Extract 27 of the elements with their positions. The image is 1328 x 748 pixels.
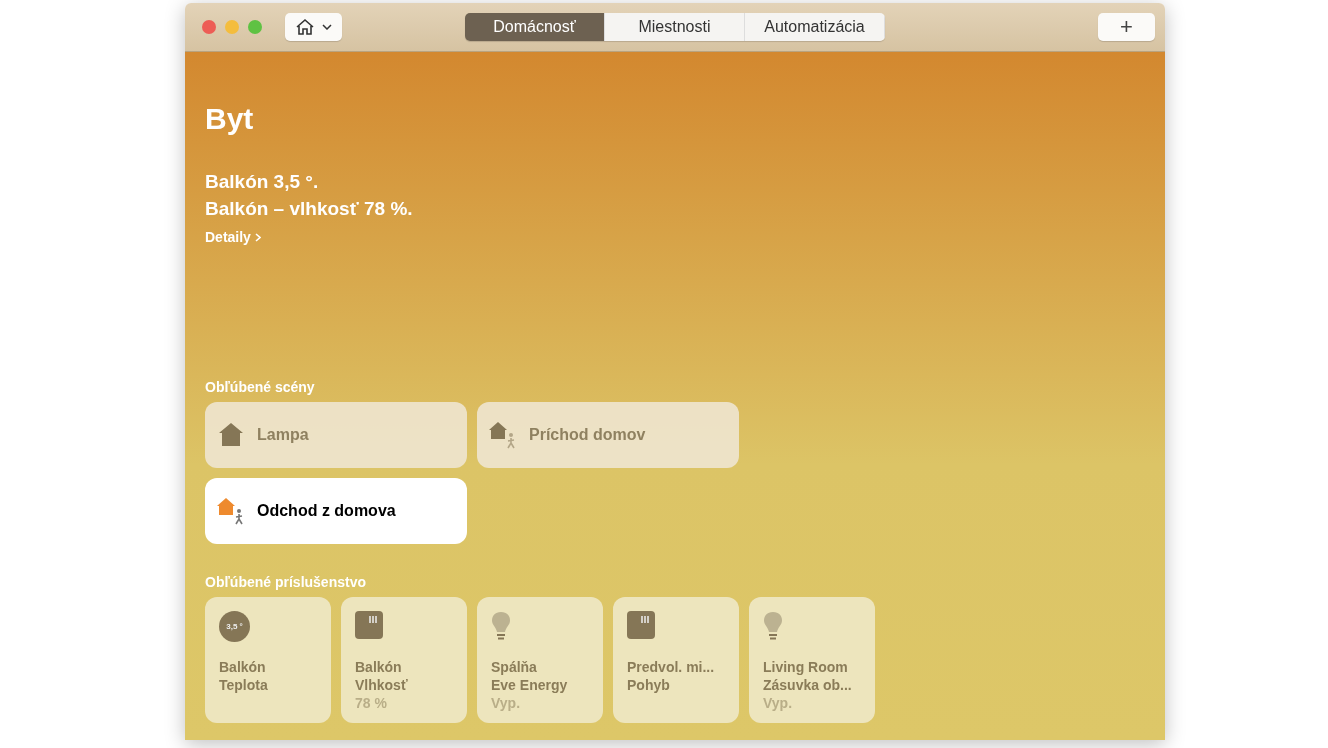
tab[interactable]: Automatizácia: [745, 13, 885, 41]
minimize-button[interactable]: [225, 20, 239, 34]
section-heading: Obľúbené príslušenstvo: [205, 574, 367, 590]
house-icon: [295, 18, 315, 36]
accessory-tile[interactable]: Predvol. mi... Pohyb: [613, 597, 739, 723]
sensor-icon: [355, 611, 383, 639]
close-button[interactable]: [202, 20, 216, 34]
zoom-button[interactable]: [248, 20, 262, 34]
status-line: Balkón 3,5 °.: [205, 170, 320, 194]
chevron-right-icon: [254, 232, 261, 242]
tab[interactable]: Domácnosť: [465, 13, 605, 41]
add-button[interactable]: +: [1098, 13, 1155, 41]
details-link[interactable]: Detaily: [205, 229, 261, 245]
home-menu-button[interactable]: [285, 13, 342, 41]
tab[interactable]: Miestnosti: [605, 13, 745, 41]
accessory-tile[interactable]: 3,5 ° Balkón Teplota: [205, 597, 331, 723]
bulb-icon: [763, 611, 783, 641]
status-line: Balkón – vlhkosť 78 %.: [205, 197, 414, 221]
bulb-icon: [491, 611, 511, 641]
temperature-icon: 3,5 °: [219, 611, 250, 642]
section-heading: Obľúbené scény: [205, 379, 316, 395]
chevron-down-icon: [322, 24, 332, 30]
scene-tile[interactable]: Príchod domov: [477, 402, 739, 468]
scene-tile[interactable]: Odchod z domova: [205, 478, 467, 544]
sensor-icon: [627, 611, 655, 639]
scene-tile[interactable]: Lampa: [205, 402, 467, 468]
home-title: Byt: [205, 102, 255, 136]
